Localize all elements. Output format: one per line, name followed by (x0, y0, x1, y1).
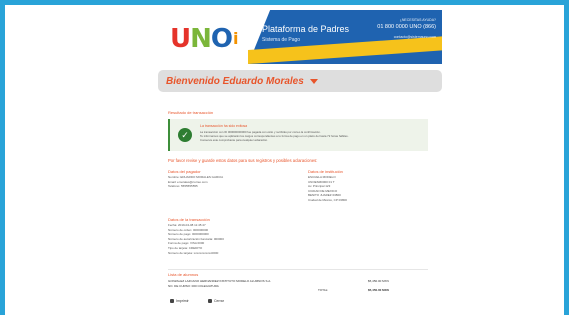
divider (168, 269, 428, 270)
contact-block: ¿NECESITAS AYUDA? 01 800 0000 UNO (866) … (377, 18, 436, 39)
uno-logo: UNOi (170, 24, 239, 54)
platform-title: Plataforma de Padres (262, 24, 350, 34)
transaction-heading: Datos de la transacción (168, 217, 210, 222)
contact-label: ¿NECESITAS AYUDA? (399, 18, 436, 22)
success-box: ✓ La transacción ha sido exitosa La tran… (168, 119, 428, 151)
success-text: La transacción con ID 000000000000 fue p… (200, 130, 349, 142)
school-details: ESCUELA MODELO UNOESM0000 01 T Av. Princ… (308, 175, 347, 202)
items-heading: Lista de alumnos (168, 272, 199, 277)
result-heading: Resultado de transacción (168, 110, 214, 115)
receipt-page: UNOi Plataforma de Padres Sistema de Pag… (158, 6, 442, 315)
chevron-down-icon[interactable] (309, 78, 318, 84)
payer-details: Nombre: EDUARDO MORALES GARCIA Email: em… (168, 175, 224, 189)
print-button[interactable]: Imprimir (170, 299, 189, 303)
platform-subtitle: Sistema de Pago (262, 37, 301, 43)
total-label: TOTAL: (318, 288, 329, 292)
close-icon (208, 299, 212, 303)
close-label: Cerrar (214, 299, 224, 303)
user-menu[interactable]: Bienvenido Eduardo Morales (158, 70, 442, 92)
print-label: Imprimir (176, 299, 189, 303)
item-amount: $5,450.00 MXN (368, 279, 389, 283)
welcome-text: Bienvenido Eduardo Morales (166, 75, 304, 87)
header-banner: UNOi Plataforma de Padres Sistema de Pag… (158, 10, 442, 64)
school-heading: Datos de institución (308, 169, 343, 174)
success-title: La transacción ha sido exitosa (200, 124, 248, 128)
item-row: GONZALEZ LAZCANO HERNANDEZ INSTITUTO MOD… (168, 279, 272, 288)
transaction-details: Fecha: 2019-04-08 11:45:47 Número de ord… (168, 223, 224, 255)
contact-phone: 01 800 0000 UNO (866) (377, 24, 436, 30)
printer-icon (170, 299, 174, 303)
check-icon: ✓ (178, 128, 192, 142)
total-amount: $5,450.00 MXN (368, 288, 389, 292)
close-button[interactable]: Cerrar (208, 299, 224, 303)
contact-email[interactable]: contacto@sistemauno.com (377, 35, 436, 39)
payer-heading: Datos del pagador (168, 169, 201, 174)
notice-text: Por favor revise y guarde estos datos pa… (168, 158, 318, 163)
